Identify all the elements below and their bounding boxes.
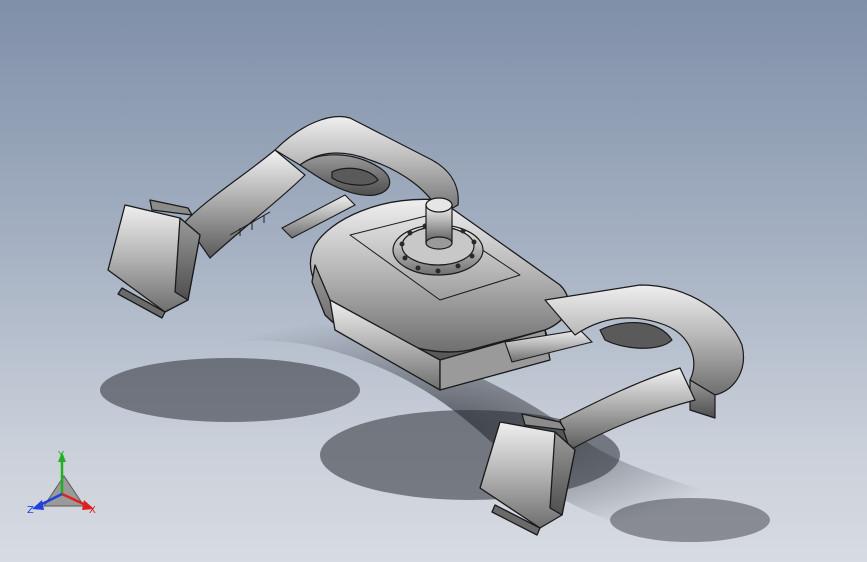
graphics-viewport[interactable]: Y X Z [0, 0, 867, 562]
axis-triad[interactable]: Y X Z [24, 448, 104, 524]
model-view[interactable] [0, 0, 867, 562]
left-handle[interactable] [184, 149, 306, 259]
right-handle[interactable] [559, 367, 696, 451]
left-grip-block[interactable] [107, 199, 201, 319]
x-axis-label: X [89, 505, 96, 516]
y-axis-label: Y [58, 450, 65, 461]
center-shaft[interactable] [425, 197, 453, 250]
z-axis-label: Z [27, 505, 34, 516]
